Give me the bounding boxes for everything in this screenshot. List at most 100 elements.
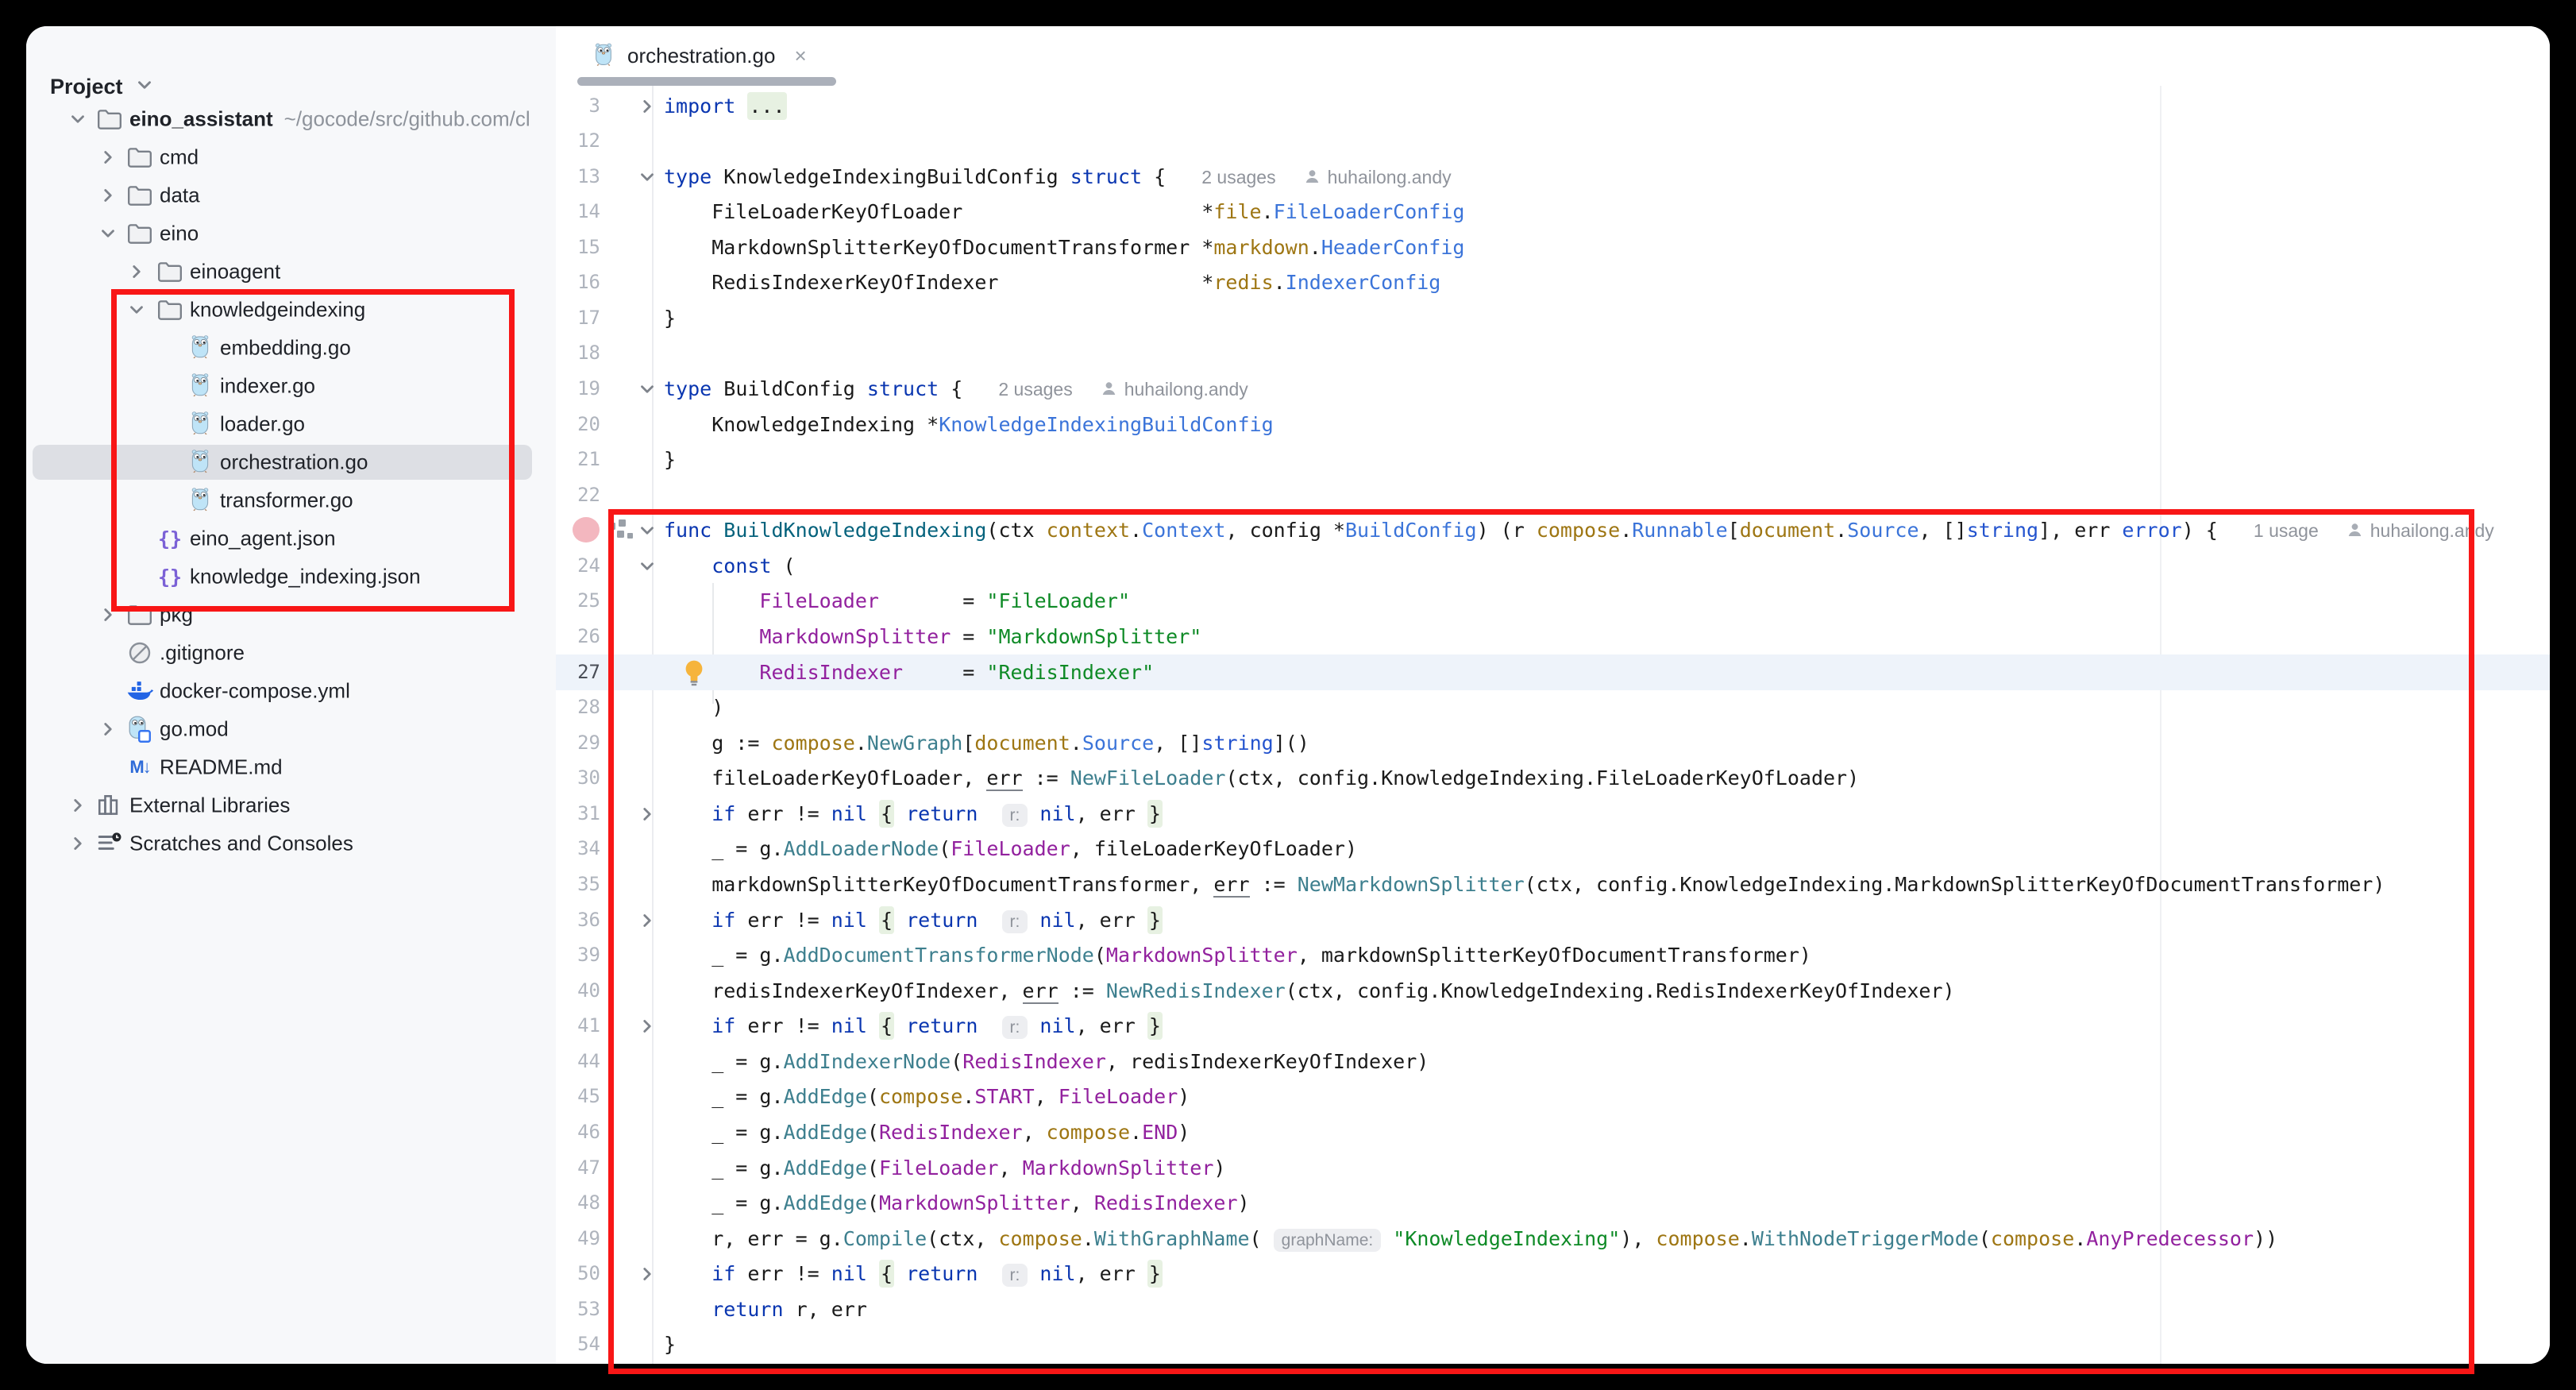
project-tool-window: Project eino_assistant~/gocode/src/githu… [26,26,557,1364]
active-tab-underline [577,77,836,86]
sidebar-item-eino-assistant[interactable]: eino_assistant~/gocode/src/github.com/cl [26,101,556,137]
code-author-hint[interactable]: huhailong.andy [1124,379,1248,400]
chevron-right-icon[interactable] [96,183,120,207]
code-text: RedisIndexerKeyOfIndexer *redis.IndexerC… [664,264,1440,300]
line-number: 28 [556,689,600,725]
line-number: 49 [556,1221,600,1257]
line-number: 17 [556,300,600,336]
line-number: 35 [556,867,600,902]
sidebar-item-docker-compose-yml[interactable]: docker-compose.yml [26,673,556,709]
line-number: 44 [556,1044,600,1079]
tree-item-label: cmd [160,145,199,170]
sidebar-item-cmd[interactable]: cmd [26,139,556,176]
line-number: 24 [556,548,600,584]
docker-file-icon [125,676,155,706]
go-file-icon [591,40,616,72]
line-number: 15 [556,230,600,265]
project-header[interactable]: Project [50,68,155,106]
chevron-right-icon[interactable] [66,832,90,855]
sidebar-item-readme-md[interactable]: M↓README.md [26,749,556,786]
code-line-16[interactable]: 16 RedisIndexerKeyOfIndexer *redis.Index… [556,264,2550,300]
markdown-file-icon: M↓ [125,752,155,782]
tree-item-label: .gitignore [160,641,245,666]
code-line-22[interactable]: 22 [556,477,2550,513]
line-number: 16 [556,264,600,300]
sidebar-item-go-mod[interactable]: go.mod [26,711,556,747]
project-header-label: Project [50,75,123,99]
code-line-17[interactable]: 17} [556,300,2550,336]
code-text: type KnowledgeIndexingBuildConfig struct… [664,159,1452,197]
tree-item-label: data [160,183,200,208]
annotation-box-build-function [608,509,2474,1374]
author-person-icon [1100,373,1118,409]
code-line-14[interactable]: 14 FileLoaderKeyOfLoader *file.FileLoade… [556,194,2550,230]
fold-expanded-icon[interactable] [634,159,661,195]
sidebar-item-scratches-and-consoles[interactable]: Scratches and Consoles [26,825,556,862]
line-number: 26 [556,619,600,654]
code-text: type BuildConfig struct { 2 usageshuhail… [664,371,1248,409]
code-line-15[interactable]: 15 MarkdownSplitterKeyOfDocumentTransfor… [556,230,2550,265]
annotation-box-knowledgeindexing-files [111,289,515,612]
usages-hint[interactable]: 2 usages [998,379,1072,400]
code-text: } [664,300,676,336]
usages-hint[interactable]: 2 usages [1201,167,1275,187]
tab-label: orchestration.go [627,44,775,68]
breakpoint-dot-icon[interactable] [573,517,600,542]
code-line-12[interactable]: 12 [556,123,2550,159]
line-number: 34 [556,831,600,867]
tree-item-label: eino_assistant~/gocode/src/github.com/cl [129,107,530,132]
folder-icon [125,180,155,210]
line-number: 25 [556,583,600,619]
line-number: 22 [556,477,600,513]
code-text: } [664,442,676,477]
sidebar-item-eino[interactable]: eino [26,215,556,252]
fold-collapsed-icon[interactable] [634,88,661,124]
libraries-icon [94,790,125,820]
tree-item-label: eino [160,222,199,246]
line-number: 30 [556,760,600,796]
chevron-down-icon [134,75,155,99]
chevron-right-icon[interactable] [96,145,120,169]
code-text: MarkdownSplitterKeyOfDocumentTransformer… [664,230,1464,265]
line-number: 14 [556,194,600,230]
code-line-18[interactable]: 18 [556,335,2550,371]
line-number: 27 [556,654,600,690]
folder-icon [94,104,125,134]
tree-item-label: go.mod [160,717,229,742]
line-number: 41 [556,1008,600,1044]
sidebar-item-external-libraries[interactable]: External Libraries [26,787,556,824]
code-line-19[interactable]: 19 type BuildConfig struct { 2 usageshuha… [556,371,2550,407]
sidebar-item--gitignore[interactable]: .gitignore [26,635,556,671]
code-line-3[interactable]: 3import ... [556,88,2550,124]
line-number: 19 [556,371,600,407]
ignore-file-icon [125,638,155,668]
code-line-21[interactable]: 21} [556,442,2550,477]
chevron-right-icon[interactable] [66,793,90,817]
line-number: 21 [556,442,600,477]
chevron-right-icon[interactable] [96,717,120,741]
screenshot-canvas: Project eino_assistant~/gocode/src/githu… [0,0,2576,1390]
line-number: 18 [556,335,600,371]
chevron-right-icon[interactable] [125,260,148,284]
code-author-hint[interactable]: huhailong.andy [1328,167,1452,187]
line-number: 47 [556,1150,600,1186]
code-line-13[interactable]: 13type KnowledgeIndexingBuildConfig stru… [556,159,2550,195]
tree-item-label: Scratches and Consoles [129,832,353,856]
line-number: 12 [556,123,600,159]
line-number: 54 [556,1326,600,1362]
line-number: 31 [556,796,600,832]
tree-item-label: README.md [160,755,283,780]
sidebar-item-einoagent[interactable]: einoagent [26,253,556,290]
close-icon[interactable]: × [794,44,806,68]
line-number: 45 [556,1079,600,1114]
chevron-down-icon[interactable] [96,222,120,245]
chevron-down-icon[interactable] [66,107,90,131]
code-line-20[interactable]: 20 KnowledgeIndexing *KnowledgeIndexingB… [556,407,2550,442]
tree-item-path: ~/gocode/src/github.com/cl [284,107,530,131]
line-number: 50 [556,1256,600,1292]
folder-icon [125,142,155,172]
tree-item-label: einoagent [190,260,280,284]
sidebar-item-data[interactable]: data [26,177,556,214]
folder-icon [125,218,155,249]
fold-expanded-icon[interactable] [634,371,661,407]
